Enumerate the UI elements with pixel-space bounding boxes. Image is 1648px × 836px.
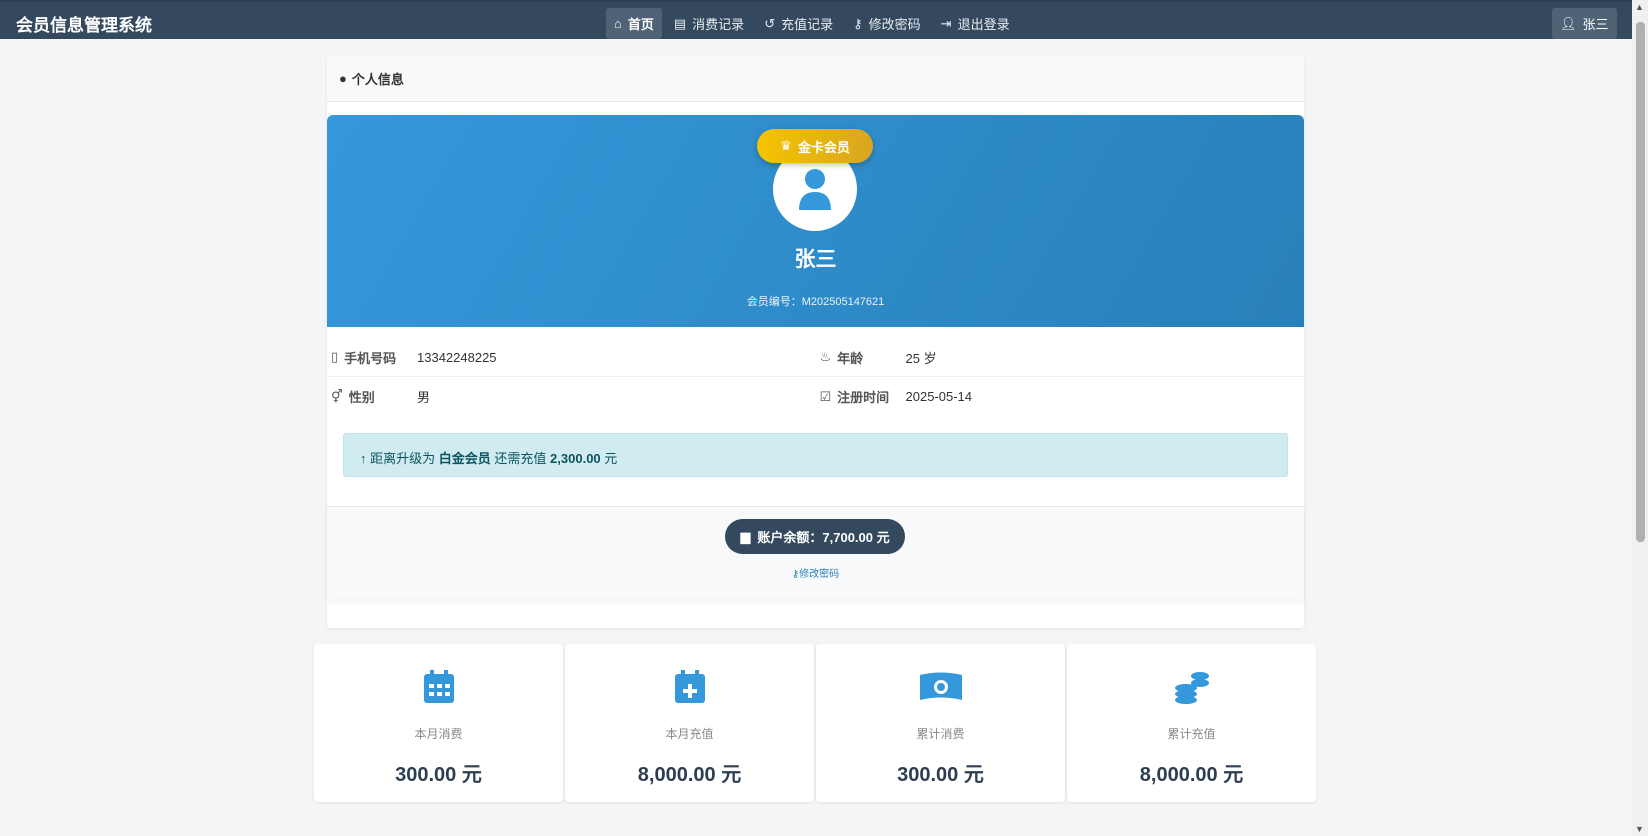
brand-title: 会员信息管理系统 <box>16 16 152 35</box>
nav-label: 充值记录 <box>781 17 834 32</box>
balance-text: 账户余额：7,700.00 元 <box>757 530 890 545</box>
crown-icon: ♛ <box>780 138 792 153</box>
list-icon: ▤ <box>673 15 687 31</box>
stat-label: 累计充值 <box>1167 727 1216 741</box>
user-name: 张三 <box>1582 17 1609 32</box>
age-label: 年龄 <box>837 350 864 366</box>
reg-value: 2025-05-14 <box>905 389 973 404</box>
sign-out-icon: ⇥ <box>940 15 952 31</box>
nav-consumption-records[interactable]: ▤ 消费记录 <box>666 8 752 39</box>
calendar-icon <box>423 670 454 703</box>
upgrade-middle: 还需充值 <box>494 451 547 466</box>
nav-label: 修改密码 <box>868 17 921 32</box>
level-badge: ♛ 金卡会员 <box>757 129 873 163</box>
user-icon: 👤︎ <box>1560 15 1577 31</box>
phone-value: 13342248225 <box>417 349 497 365</box>
profile-card: ● 个人信息 ♛ 金卡会员 张三 会员编号：M202505147621 ▯ 手机号码 1… <box>327 55 1304 628</box>
stat-label: 本月充值 <box>665 727 714 741</box>
upgrade-level: 白金会员 <box>438 451 491 466</box>
info-table: ▯ 手机号码 13342248225 ♨ 年龄 25 岁 ⚥ 性别 男 ☑ 注册时间 2025-… <box>327 338 1304 416</box>
top-navbar: 会员信息管理系统 ⌂ 首页 ▤ 消费记录 ↺ 充值记录 ⚷ 修改密码 ⇥ 退出登录 👤︎ 张… <box>0 0 1632 39</box>
nav-home[interactable]: ⌂ 首页 <box>606 8 662 39</box>
balance-pill: ▆ 账户余额：7,700.00 元 <box>725 519 905 554</box>
stat-total-consumption: 累计消费 300.00 元 <box>816 644 1065 802</box>
upgrade-amount: 2,300.00 <box>550 451 601 466</box>
upgrade-prefix: 距离升级为 <box>370 451 436 466</box>
reg-label: 注册时间 <box>837 390 890 405</box>
card-footer: ▆ 账户余额：7,700.00 元 ⚷修改密码 <box>327 506 1304 599</box>
calendar-plus-icon <box>674 670 705 703</box>
mobile-icon: ▯ <box>331 349 339 364</box>
change-password-link[interactable]: ⚷修改密码 <box>327 565 1304 580</box>
scrollbar[interactable]: ▲ ▼ <box>1632 0 1648 836</box>
user-icon <box>799 169 831 210</box>
stat-value: 300.00 元 <box>395 764 482 786</box>
history-icon: ↺ <box>764 15 776 31</box>
coins-icon <box>1174 672 1209 704</box>
stat-value: 8,000.00 元 <box>1139 764 1244 786</box>
calendar-check-icon: ☑ <box>819 388 832 404</box>
user-menu[interactable]: 👤︎ 张三 <box>1552 8 1617 39</box>
gender-label: 性别 <box>348 390 375 405</box>
upgrade-unit: 元 <box>604 451 618 466</box>
card-title: 个人信息 <box>351 71 404 87</box>
nav-label: 退出登录 <box>957 17 1010 32</box>
nav-label: 消费记录 <box>692 17 745 32</box>
stat-month-consumption: 本月消费 300.00 元 <box>314 644 563 802</box>
member-name: 张三 <box>794 248 837 271</box>
nav-logout[interactable]: ⇥ 退出登录 <box>933 8 1018 39</box>
stat-label: 累计消费 <box>916 727 965 741</box>
nav-recharge-records[interactable]: ↺ 充值记录 <box>756 8 841 39</box>
stat-value: 8,000.00 元 <box>637 764 742 786</box>
stat-label: 本月消费 <box>414 727 463 741</box>
stat-value: 300.00 元 <box>897 764 984 786</box>
upgrade-alert: ↑ 距离升级为 白金会员 还需充值 2,300.00 元 <box>343 433 1288 477</box>
phone-label: 手机号码 <box>344 350 397 366</box>
profile-hero: ♛ 金卡会员 张三 会员编号：M202505147621 <box>327 115 1304 327</box>
member-number: 会员编号：M202505147621 <box>746 296 885 308</box>
nav-change-password[interactable]: ⚷ 修改密码 <box>845 8 929 39</box>
stats-row: 本月消费 300.00 元 本月充值 8,000.00 元 累计消费 300.00 元… <box>314 644 1316 802</box>
birthday-cake-icon: ♨ <box>819 349 832 364</box>
stat-month-recharge: 本月充值 8,000.00 元 <box>565 644 814 802</box>
arrow-up-icon: ↑ <box>360 451 367 466</box>
age-value: 25 岁 <box>905 350 937 366</box>
change-password-label: 修改密码 <box>799 569 840 580</box>
scrollbar-thumb[interactable] <box>1636 22 1645 542</box>
user-circle-icon: ● <box>339 70 347 86</box>
stat-total-recharge: 累计充值 8,000.00 元 <box>1067 644 1316 802</box>
money-bill-icon <box>919 672 962 700</box>
level-label: 金卡会员 <box>797 139 850 155</box>
wallet-icon: ▆ <box>740 528 751 544</box>
nav-label: 首页 <box>627 17 654 32</box>
key-icon: ⚷ <box>853 15 863 31</box>
home-icon: ⌂ <box>614 16 622 31</box>
gender-icon: ⚥ <box>331 388 343 404</box>
gender-value: 男 <box>417 390 431 405</box>
